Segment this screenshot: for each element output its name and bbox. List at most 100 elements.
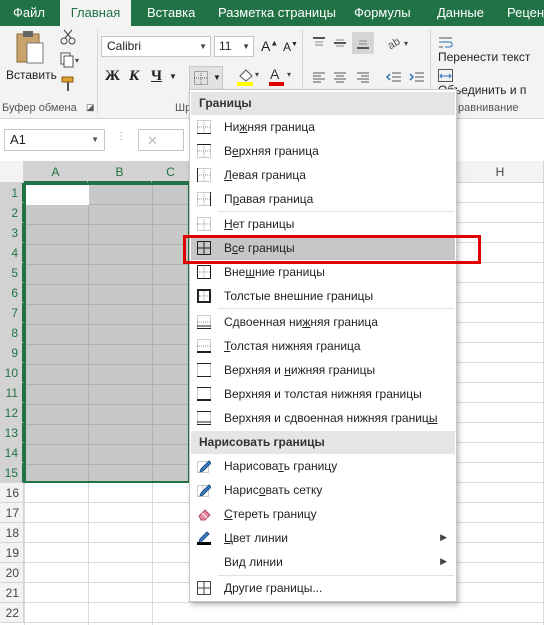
- tab-formulas[interactable]: Формулы: [354, 0, 411, 26]
- tab-file[interactable]: Файл: [13, 0, 45, 26]
- menu-item-left-border[interactable]: Левая граница: [191, 163, 455, 187]
- row-header[interactable]: 6: [0, 283, 24, 303]
- align-left-icon[interactable]: [312, 71, 326, 88]
- row-header[interactable]: 1: [0, 183, 24, 203]
- align-top-icon[interactable]: [312, 36, 326, 53]
- tab-insert[interactable]: Вставка: [147, 0, 195, 26]
- active-cell-a1[interactable]: [26, 185, 89, 205]
- select-all-corner[interactable]: [0, 161, 24, 183]
- tab-review[interactable]: Реценз: [507, 0, 544, 26]
- row-header[interactable]: 14: [0, 443, 24, 463]
- menu-item-no-border[interactable]: Нет границы: [191, 212, 455, 236]
- row-header[interactable]: 10: [0, 363, 24, 383]
- text-orientation-icon[interactable]: ab ▾: [386, 36, 412, 53]
- selected-range[interactable]: [24, 183, 190, 483]
- row-header[interactable]: 22: [0, 603, 24, 623]
- column-header-c[interactable]: C: [152, 161, 190, 183]
- menu-item-label: Нарисовать сетку: [224, 483, 323, 497]
- menu-item-line-style[interactable]: Вид линии ▶: [191, 550, 455, 574]
- highlight-frame: [183, 235, 481, 264]
- menu-item-top-thick-bottom-border[interactable]: Верхняя и толстая нижняя границы: [191, 382, 455, 406]
- row-header[interactable]: 11: [0, 383, 24, 403]
- column-header-b[interactable]: B: [88, 161, 152, 183]
- borders-button[interactable]: ▼: [189, 66, 223, 90]
- row-header[interactable]: 21: [0, 583, 24, 603]
- font-color-icon[interactable]: A ▾: [268, 66, 294, 91]
- row-header[interactable]: 8: [0, 323, 24, 343]
- formula-bar-resize-icon[interactable]: ⋮: [116, 131, 126, 142]
- menu-item-thick-bottom-border[interactable]: Толстая нижняя граница: [191, 334, 455, 358]
- align-middle-icon[interactable]: [333, 36, 347, 53]
- row-header[interactable]: 16: [0, 483, 24, 503]
- menu-item-thick-outside-borders[interactable]: Толстые внешние границы: [191, 284, 455, 308]
- row-header[interactable]: 7: [0, 303, 24, 323]
- gridline: [456, 322, 544, 323]
- gridline: [24, 483, 25, 625]
- menu-item-bottom-border[interactable]: Нижняя граница: [191, 115, 455, 139]
- menu-item-draw-grid[interactable]: Нарисовать сетку: [191, 478, 455, 502]
- cancel-icon[interactable]: ✕: [147, 133, 158, 149]
- bold-button[interactable]: Ж: [105, 68, 120, 85]
- row-header[interactable]: 3: [0, 223, 24, 243]
- tab-data[interactable]: Данные: [437, 0, 484, 26]
- paste-icon[interactable]: [14, 30, 46, 66]
- column-header-h[interactable]: H: [456, 161, 544, 183]
- formula-input[interactable]: ✕: [138, 129, 184, 151]
- row-header[interactable]: 9: [0, 343, 24, 363]
- draw-grid-icon: [197, 484, 211, 497]
- grow-font-button[interactable]: A▲: [261, 38, 278, 54]
- row-header[interactable]: 2: [0, 203, 24, 223]
- row-header[interactable]: 13: [0, 423, 24, 443]
- paste-button-label[interactable]: Вставить: [6, 68, 57, 82]
- menu-item-label: Верхняя и сдвоенная нижняя границы: [224, 411, 438, 425]
- menu-item-line-color[interactable]: Цвет линии ▶: [191, 526, 455, 550]
- italic-button[interactable]: К: [129, 68, 139, 85]
- row-header[interactable]: 12: [0, 403, 24, 423]
- decrease-indent-icon[interactable]: [385, 71, 402, 88]
- menu-item-more-borders[interactable]: Другие границы...: [191, 576, 455, 600]
- shrink-font-button[interactable]: A▼: [283, 40, 298, 54]
- cut-icon[interactable]: [60, 29, 76, 48]
- top-double-bottom-border-icon: [197, 411, 211, 425]
- wrap-text-button[interactable]: Перенести текст: [438, 35, 544, 64]
- gridline: [456, 402, 544, 403]
- selection-gridline: [26, 404, 188, 405]
- font-size-select[interactable]: 11 ▼: [214, 36, 254, 57]
- copy-icon[interactable]: ▾: [60, 52, 82, 71]
- gridline: [152, 483, 153, 625]
- menu-item-top-border[interactable]: Верхняя граница: [191, 139, 455, 163]
- borders-icon: [194, 71, 208, 85]
- row-header[interactable]: 15: [0, 463, 24, 483]
- underline-button[interactable]: Ч: [151, 68, 162, 85]
- menu-item-top-double-bottom-border[interactable]: Верхняя и сдвоенная нижняя границы: [191, 406, 455, 430]
- format-painter-icon[interactable]: [60, 76, 76, 95]
- row-header[interactable]: 18: [0, 523, 24, 543]
- name-box[interactable]: A1 ▼: [4, 129, 105, 151]
- fill-color-icon[interactable]: ▾: [236, 67, 262, 90]
- align-bottom-icon[interactable]: [352, 32, 374, 54]
- line-color-icon: [197, 531, 211, 545]
- align-center-icon[interactable]: [333, 71, 347, 88]
- tab-home[interactable]: Главная: [60, 0, 131, 26]
- column-header-a[interactable]: A: [24, 161, 88, 183]
- row-header[interactable]: 17: [0, 503, 24, 523]
- row-header[interactable]: 19: [0, 543, 24, 563]
- menu-item-erase-border[interactable]: Стереть границу: [191, 502, 455, 526]
- increase-indent-icon[interactable]: [409, 71, 425, 88]
- clipboard-dialog-launcher-icon[interactable]: ◪: [86, 102, 95, 113]
- row-header[interactable]: 4: [0, 243, 24, 263]
- row-header[interactable]: 20: [0, 563, 24, 583]
- selection-gridline: [26, 324, 188, 325]
- menu-item-right-border[interactable]: Правая граница: [191, 187, 455, 211]
- menu-item-draw-border[interactable]: Нарисовать границу: [191, 454, 455, 478]
- font-name-select[interactable]: Calibri ▼: [101, 36, 211, 57]
- align-right-icon[interactable]: [356, 71, 370, 88]
- submenu-arrow-icon: ▶: [440, 556, 447, 566]
- selection-gridline: [26, 244, 188, 245]
- menu-item-top-bottom-border[interactable]: Верхняя и нижняя границы: [191, 358, 455, 382]
- row-header[interactable]: 5: [0, 263, 24, 283]
- menu-item-double-bottom-border[interactable]: Сдвоенная нижняя граница: [191, 310, 455, 334]
- underline-dropdown-icon[interactable]: ▼: [169, 72, 177, 81]
- svg-text:▾: ▾: [255, 70, 259, 79]
- tab-page-layout[interactable]: Разметка страницы: [218, 0, 336, 26]
